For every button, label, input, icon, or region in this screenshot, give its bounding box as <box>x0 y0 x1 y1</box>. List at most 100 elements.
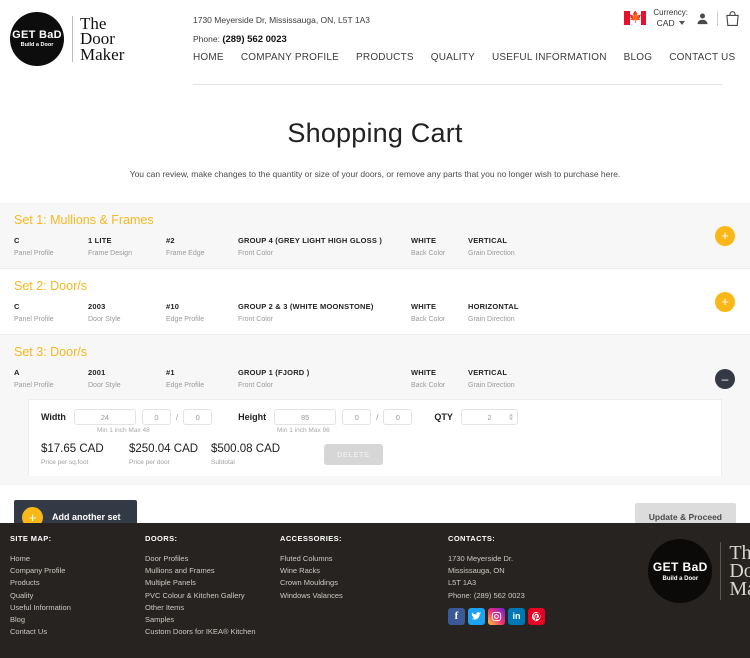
height-input[interactable]: 85 <box>274 409 337 425</box>
footer-link[interactable]: Other Items <box>145 602 280 614</box>
footer-link[interactable]: Home <box>10 553 145 565</box>
footer-link[interactable]: Samples <box>145 614 280 626</box>
instagram-icon[interactable] <box>488 607 505 625</box>
header-phone-line: Phone: (289) 562 0023 <box>193 30 370 49</box>
linkedin-icon[interactable]: in <box>508 607 525 625</box>
facebook-icon[interactable]: f <box>448 607 465 625</box>
footer-link-list: Home Company Profile Products Quality Us… <box>10 553 145 638</box>
price-per-sqfoot: $17.65 CAD Price per sq.foot <box>41 443 129 466</box>
attr-value: #2 <box>166 236 175 245</box>
attr-label: Panel Profile <box>14 382 54 389</box>
footer-phone-line: Phone: (289) 562 0023 <box>448 590 628 602</box>
nav-item-contact[interactable]: CONTACT US <box>669 52 735 63</box>
attr-label: Grain Direction <box>468 250 515 257</box>
plus-circle-icon[interactable]: + <box>715 291 735 312</box>
minus-circle-icon[interactable]: – <box>715 369 735 389</box>
footer-link[interactable]: Mullions and Frames <box>145 565 280 577</box>
twitter-icon[interactable] <box>468 607 485 625</box>
user-icon[interactable] <box>695 11 710 26</box>
footer-link[interactable]: Company Profile <box>10 565 145 577</box>
attr-value: GROUP 2 & 3 (WHITE MOONSTONE) <box>238 302 374 311</box>
height-fraction-denominator-input[interactable]: 0 <box>383 409 413 425</box>
cart-set-2: Set 2: Door/s C Panel Profile 2003 Door … <box>0 269 750 335</box>
currency-selector[interactable]: Currency: CAD <box>653 8 688 28</box>
attr-value: GROUP 4 (GREY LIGHT HIGH GLOSS ) <box>238 236 383 245</box>
footer-link[interactable]: Multiple Panels <box>145 577 280 589</box>
nav-item-home[interactable]: HOME <box>193 52 224 63</box>
social-links: f in <box>448 607 628 625</box>
qty-spinner-icon[interactable] <box>508 413 513 421</box>
footer-link[interactable]: Useful Information <box>10 602 145 614</box>
subtotal: $500.08 CAD Subtotal <box>211 443 311 466</box>
nav-item-quality[interactable]: QUALITY <box>431 52 475 63</box>
attr-label: Edge Profile <box>166 382 205 389</box>
plus-circle-icon[interactable]: + <box>715 225 735 246</box>
header-address: 1730 Meyerside Dr, Mississauga, ON, L5T … <box>193 15 371 25</box>
footer-phone-number[interactable]: (289) 562 0023 <box>474 591 525 600</box>
footer-link[interactable]: Windows Valances <box>280 590 448 602</box>
site-footer: SITE MAP: Home Company Profile Products … <box>0 523 750 658</box>
width-fraction-numerator-input[interactable]: 0 <box>141 409 171 425</box>
set-title: Set 1: Mullions & Frames <box>14 213 154 227</box>
set-title: Set 3: Door/s <box>14 345 87 359</box>
nav-item-useful[interactable]: USEFUL INFORMATION <box>492 52 607 63</box>
attr-value: WHITE <box>411 368 437 377</box>
attr-label: Back Color <box>411 250 446 257</box>
width-label: Width <box>41 412 66 422</box>
attr-label: Frame Edge <box>166 250 205 257</box>
attr-value: 2001 <box>88 368 106 377</box>
nav-item-company[interactable]: COMPANY PROFILE <box>241 52 339 63</box>
width-input[interactable]: 24 <box>73 409 136 425</box>
set-attributes: C Panel Profile 2003 Door Style #10 Edge… <box>14 302 736 323</box>
nav-item-products[interactable]: PRODUCTS <box>356 52 414 63</box>
attr-value: #1 <box>166 368 175 377</box>
footer-link[interactable]: Quality <box>10 590 145 602</box>
footer-link[interactable]: Custom Doors for IKEA® Kitchen <box>145 626 280 638</box>
footer-link[interactable]: Fluted Columns <box>280 553 448 565</box>
attr-edge-profile: #10 Edge Profile <box>166 302 238 323</box>
height-hint: Min 1 inch Max 96 <box>277 427 330 434</box>
footer-link-list: Fluted Columns Wine Racks Crown Moulding… <box>280 553 448 602</box>
currency-value-row[interactable]: CAD <box>653 18 688 28</box>
footer-link[interactable]: Contact Us <box>10 626 145 638</box>
currency-label: Currency: <box>653 8 688 17</box>
price-label: Price per sq.foot <box>41 459 89 466</box>
footer-link[interactable]: Blog <box>10 614 145 626</box>
footer-link[interactable]: Crown Mouldings <box>280 577 448 589</box>
qty-stepper[interactable]: 2 <box>460 409 518 425</box>
shopping-bag-icon[interactable] <box>725 10 740 27</box>
attr-value: HORIZONTAL <box>468 302 519 311</box>
footer-column-accessories: ACCESSORIES: Fluted Columns Wine Racks C… <box>280 534 448 638</box>
set-detail-panel: Width 24 0 / 0 Height 85 0 / 0 QTY 2 Min… <box>28 399 722 476</box>
footer-link[interactable]: PVC Colour & Kitchen Gallery <box>145 590 280 602</box>
logo-divider <box>72 16 73 62</box>
attr-value: WHITE <box>411 302 437 311</box>
footer-logo-badge: GET BaD Build a Door <box>648 539 713 603</box>
attr-frame-edge: #2 Frame Edge <box>166 236 238 257</box>
footer-link[interactable]: Wine Racks <box>280 565 448 577</box>
cart-set-3: Set 3: Door/s A Panel Profile 2001 Door … <box>0 335 750 485</box>
pinterest-icon[interactable] <box>528 607 545 625</box>
qty-label: QTY <box>434 412 453 422</box>
footer-link[interactable]: Door Profiles <box>145 553 280 565</box>
footer-link[interactable]: Products <box>10 577 145 589</box>
site-logo[interactable]: GET BaD Build a Door The Door Maker <box>10 12 124 66</box>
header-phone-number[interactable]: (289) 562 0023 <box>222 34 286 45</box>
height-label: Height <box>238 412 267 422</box>
footer-logo-word-maker: Mak <box>729 578 750 600</box>
attr-label: Grain Direction <box>468 316 515 323</box>
qty-value: 2 <box>487 412 492 422</box>
attr-value: 2003 <box>88 302 106 311</box>
cart-set-1: Set 1: Mullions & Frames C Panel Profile… <box>0 203 750 269</box>
price-value: $250.04 CAD <box>129 443 199 455</box>
footer-phone-label: Phone: <box>448 590 472 600</box>
footer-street: 1730 Meyerside Dr. <box>448 554 514 563</box>
attr-front-color: GROUP 4 (GREY LIGHT HIGH GLOSS ) Front C… <box>238 236 411 257</box>
height-fraction-numerator-input[interactable]: 0 <box>342 409 372 425</box>
width-fraction-denominator-input[interactable]: 0 <box>183 409 213 425</box>
delete-button[interactable]: DELETE <box>324 444 383 465</box>
footer-logo-divider <box>720 542 722 600</box>
nav-item-blog[interactable]: BLOG <box>624 52 653 63</box>
footer-logo-badge-line1: GET BaD <box>652 559 708 574</box>
attr-value: A <box>14 368 20 377</box>
